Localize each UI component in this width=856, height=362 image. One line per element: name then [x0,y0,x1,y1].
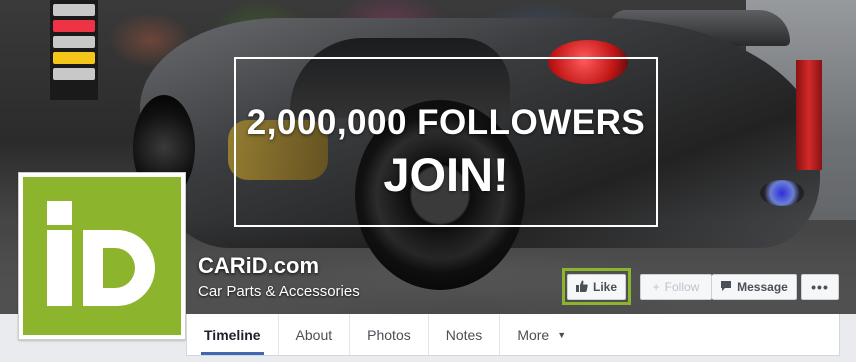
more-actions-button[interactable]: ••• [801,274,839,300]
tab-more[interactable]: More ▼ [500,314,583,355]
promo-headline: 2,000,000 FOLLOWERS [246,103,646,142]
tab-photos[interactable]: Photos [350,314,429,355]
promo-cta: JOIN! [383,148,509,201]
message-button[interactable]: Message [712,274,797,300]
follow-label: Follow [664,280,700,294]
tab-timeline[interactable]: Timeline [187,314,279,355]
message-label: Message [737,280,788,294]
follow-button[interactable]: + Follow [640,274,712,300]
promo-box: 2,000,000 FOLLOWERS JOIN! [234,57,658,227]
tab-label: About [295,326,333,343]
tab-label: Timeline [204,326,261,343]
logo-d [83,230,155,306]
page-name[interactable]: CARiD.com [198,253,319,279]
page-tab-bar: Timeline About Photos Notes More ▼ [186,314,840,356]
tab-label: Photos [367,326,411,343]
like-button[interactable]: Like [567,274,626,300]
tab-label: Notes [445,326,483,343]
tab-notes[interactable]: Notes [429,314,501,355]
profile-picture-frame[interactable] [18,172,186,340]
page-category[interactable]: Car Parts & Accessories [198,283,360,300]
like-label: Like [592,280,617,294]
tab-about[interactable]: About [279,314,351,355]
logo-i-stem [47,230,72,306]
profile-picture[interactable] [23,177,181,335]
message-bubble-icon [720,280,732,294]
tab-label: More [517,326,550,343]
logo-i-dot [47,201,72,225]
ellipsis-icon: ••• [811,279,829,295]
plus-icon: + [652,280,660,294]
thumbs-up-icon [575,280,588,294]
caret-down-icon: ▼ [557,329,567,340]
